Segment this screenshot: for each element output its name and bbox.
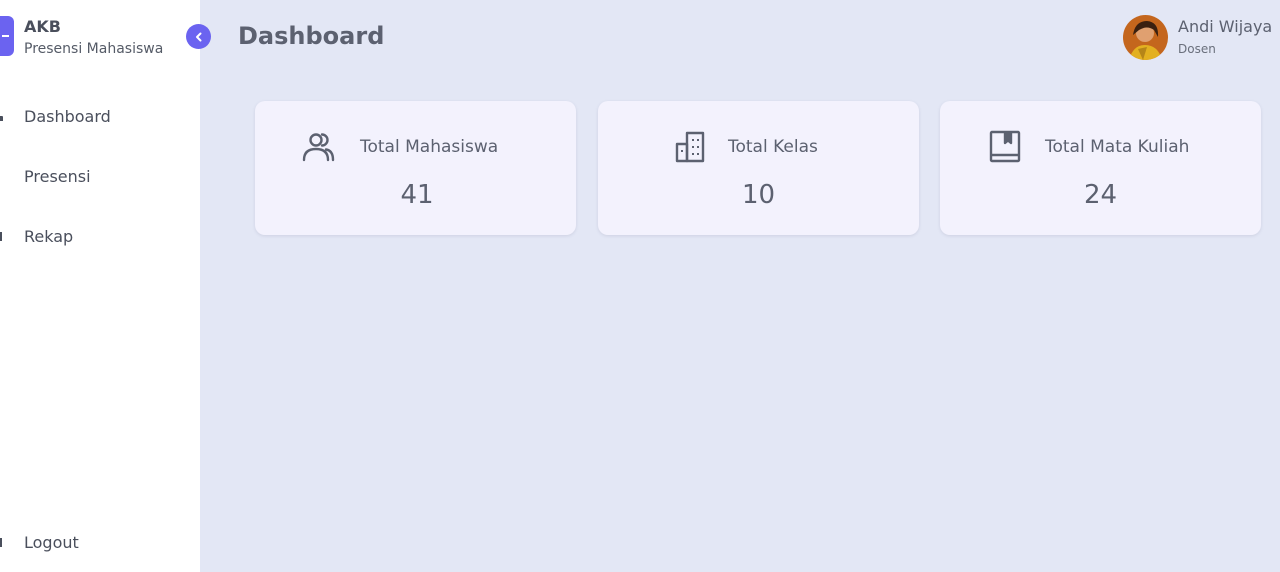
dashboard-icon (0, 111, 3, 121)
user-role: Dosen (1178, 42, 1216, 56)
card-value: 24 (1083, 180, 1118, 210)
card-label: Total Mata Kuliah (1045, 137, 1190, 157)
card-value: 10 (741, 180, 776, 210)
sidebar: AKB Presensi Mahasiswa Dashboard Presens… (0, 0, 200, 572)
brand-subtitle: Presensi Mahasiswa (24, 41, 164, 57)
card-label: Total Kelas (728, 137, 818, 157)
logout-icon (0, 537, 3, 547)
sidebar-item-presensi[interactable]: Presensi (0, 161, 200, 191)
sidebar-item-label: Presensi (24, 166, 91, 186)
book-icon (987, 129, 1023, 165)
logout-label: Logout (24, 532, 79, 552)
avatar[interactable] (1123, 15, 1168, 60)
sidebar-collapse-button[interactable] (186, 24, 211, 49)
users-icon (300, 129, 336, 165)
stat-card-total-mata-kuliah: Total Mata Kuliah 24 (940, 101, 1261, 235)
card-label: Total Mahasiswa (360, 137, 499, 157)
brand-title: AKB (24, 17, 61, 36)
presensi-icon (0, 171, 3, 181)
user-name: Andi Wijaya (1178, 17, 1273, 36)
app-root: AKB Presensi Mahasiswa Dashboard Presens… (0, 0, 1280, 572)
sidebar-item-rekap[interactable]: Rekap (0, 221, 200, 251)
app-logo-icon (0, 16, 14, 56)
card-value: 41 (400, 180, 434, 210)
page-title: Dashboard (238, 22, 385, 50)
rekap-icon (0, 231, 3, 241)
sidebar-item-label: Rekap (24, 226, 74, 246)
logout-button[interactable]: Logout (0, 527, 200, 557)
stat-card-total-mahasiswa: Total Mahasiswa 41 (255, 101, 576, 235)
building-icon (673, 129, 709, 165)
stat-card-total-kelas: Total Kelas 10 (598, 101, 919, 235)
sidebar-item-label: Dashboard (24, 106, 111, 126)
chevron-left-icon (195, 32, 201, 41)
sidebar-item-dashboard[interactable]: Dashboard (0, 101, 200, 131)
